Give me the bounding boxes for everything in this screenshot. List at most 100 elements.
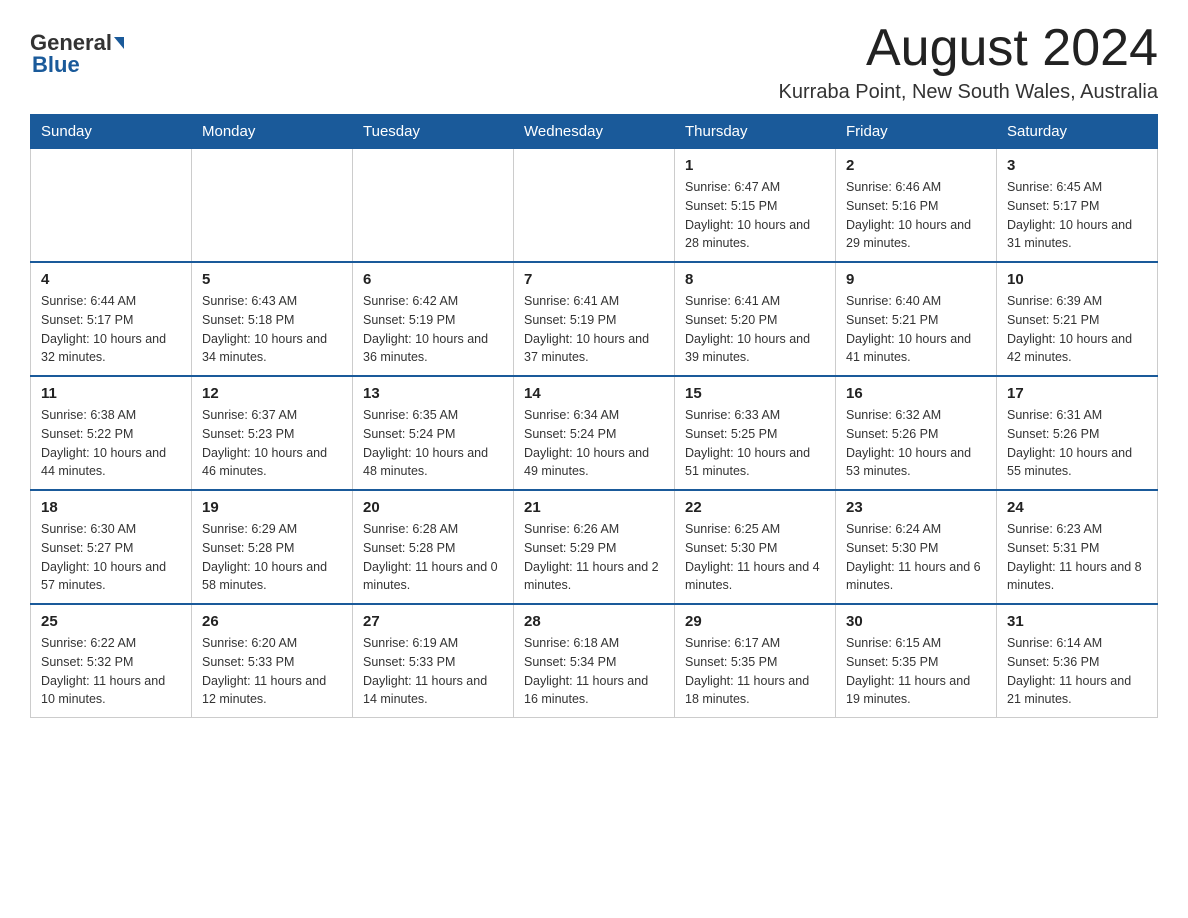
calendar-cell: 3Sunrise: 6:45 AM Sunset: 5:17 PM Daylig… — [997, 149, 1158, 263]
day-number: 8 — [685, 271, 825, 288]
day-number: 27 — [363, 613, 503, 630]
day-number: 24 — [1007, 499, 1147, 516]
day-number: 30 — [846, 613, 986, 630]
day-number: 23 — [846, 499, 986, 516]
page-header: General Blue August 2024 Kurraba Point, … — [30, 20, 1158, 104]
day-info: Sunrise: 6:37 AM Sunset: 5:23 PM Dayligh… — [202, 406, 342, 481]
day-info: Sunrise: 6:41 AM Sunset: 5:19 PM Dayligh… — [524, 292, 664, 367]
day-number: 16 — [846, 385, 986, 402]
calendar-header: Sunday Monday Tuesday Wednesday Thursday… — [31, 115, 1158, 149]
day-number: 14 — [524, 385, 664, 402]
calendar-week-row: 11 Sunrise: 6:38 AM Sunset: 5:22 PM Dayli… — [31, 376, 1158, 490]
day-number: 20 — [363, 499, 503, 516]
calendar-cell: 7 Sunrise: 6:41 AM Sunset: 5:19 PM Daylig… — [514, 262, 675, 376]
day-number: 22 — [685, 499, 825, 516]
logo: General Blue — [30, 30, 126, 78]
day-info: Sunrise: 6:30 AM Sunset: 5:27 PM Dayligh… — [41, 520, 181, 595]
calendar-cell: 18 Sunrise: 6:30 AM Sunset: 5:27 PM Dayli… — [31, 490, 192, 604]
calendar-cell: 24 Sunrise: 6:23 AM Sunset: 5:31 PM Dayli… — [997, 490, 1158, 604]
day-info: Sunrise: 6:43 AM Sunset: 5:18 PM Dayligh… — [202, 292, 342, 367]
calendar-cell: 10 Sunrise: 6:39 AM Sunset: 5:21 PM Dayli… — [997, 262, 1158, 376]
day-number: 9 — [846, 271, 986, 288]
day-number: 31 — [1007, 613, 1147, 630]
logo-blue-text: Blue — [32, 52, 80, 78]
day-info: Sunrise: 6:14 AM Sunset: 5:36 PM Dayligh… — [1007, 634, 1147, 709]
calendar-cell: 12 Sunrise: 6:37 AM Sunset: 5:23 PM Dayli… — [192, 376, 353, 490]
day-info: Sunrise: 6:23 AM Sunset: 5:31 PM Dayligh… — [1007, 520, 1147, 595]
calendar-week-row: 4 Sunrise: 6:44 AM Sunset: 5:17 PM Daylig… — [31, 262, 1158, 376]
day-number: 1 — [685, 157, 825, 174]
logo-arrow-icon — [114, 37, 124, 49]
calendar-cell: 17Sunrise: 6:31 AM Sunset: 5:26 PM Dayli… — [997, 376, 1158, 490]
calendar-cell: 29Sunrise: 6:17 AM Sunset: 5:35 PM Dayli… — [675, 604, 836, 718]
calendar-week-row: 25 Sunrise: 6:22 AM Sunset: 5:32 PM Dayli… — [31, 604, 1158, 718]
day-info: Sunrise: 6:34 AM Sunset: 5:24 PM Dayligh… — [524, 406, 664, 481]
calendar-week-row: 1 Sunrise: 6:47 AM Sunset: 5:15 PM Daylig… — [31, 149, 1158, 263]
day-number: 6 — [363, 271, 503, 288]
calendar-cell: 27Sunrise: 6:19 AM Sunset: 5:33 PM Dayli… — [353, 604, 514, 718]
calendar-body: 1 Sunrise: 6:47 AM Sunset: 5:15 PM Daylig… — [31, 149, 1158, 718]
calendar-cell: 31 Sunrise: 6:14 AM Sunset: 5:36 PM Dayli… — [997, 604, 1158, 718]
calendar-cell: 30 Sunrise: 6:15 AM Sunset: 5:35 PM Dayli… — [836, 604, 997, 718]
day-number: 28 — [524, 613, 664, 630]
calendar-week-row: 18 Sunrise: 6:30 AM Sunset: 5:27 PM Dayli… — [31, 490, 1158, 604]
day-info: Sunrise: 6:39 AM Sunset: 5:21 PM Dayligh… — [1007, 292, 1147, 367]
day-info: Sunrise: 6:18 AM Sunset: 5:34 PM Dayligh… — [524, 634, 664, 709]
day-info: Sunrise: 6:47 AM Sunset: 5:15 PM Dayligh… — [685, 178, 825, 253]
calendar-cell — [31, 149, 192, 263]
day-number: 11 — [41, 385, 181, 402]
day-number: 12 — [202, 385, 342, 402]
day-number: 3 — [1007, 157, 1147, 174]
calendar-cell — [514, 149, 675, 263]
day-info: Sunrise: 6:35 AM Sunset: 5:24 PM Dayligh… — [363, 406, 503, 481]
col-wednesday: Wednesday — [514, 115, 675, 149]
calendar-cell: 28 Sunrise: 6:18 AM Sunset: 5:34 PM Dayli… — [514, 604, 675, 718]
calendar-cell: 25 Sunrise: 6:22 AM Sunset: 5:32 PM Dayli… — [31, 604, 192, 718]
calendar-cell: 6 Sunrise: 6:42 AM Sunset: 5:19 PM Daylig… — [353, 262, 514, 376]
day-number: 18 — [41, 499, 181, 516]
col-friday: Friday — [836, 115, 997, 149]
day-info: Sunrise: 6:15 AM Sunset: 5:35 PM Dayligh… — [846, 634, 986, 709]
calendar-table: Sunday Monday Tuesday Wednesday Thursday… — [30, 114, 1158, 718]
day-info: Sunrise: 6:28 AM Sunset: 5:28 PM Dayligh… — [363, 520, 503, 595]
calendar-cell: 23 Sunrise: 6:24 AM Sunset: 5:30 PM Dayli… — [836, 490, 997, 604]
calendar-cell: 15 Sunrise: 6:33 AM Sunset: 5:25 PM Dayli… — [675, 376, 836, 490]
calendar-cell: 22 Sunrise: 6:25 AM Sunset: 5:30 PM Dayli… — [675, 490, 836, 604]
day-info: Sunrise: 6:25 AM Sunset: 5:30 PM Dayligh… — [685, 520, 825, 595]
calendar-cell — [353, 149, 514, 263]
day-number: 5 — [202, 271, 342, 288]
day-info: Sunrise: 6:17 AM Sunset: 5:35 PM Dayligh… — [685, 634, 825, 709]
day-number: 25 — [41, 613, 181, 630]
day-info: Sunrise: 6:33 AM Sunset: 5:25 PM Dayligh… — [685, 406, 825, 481]
title-section: August 2024 Kurraba Point, New South Wal… — [779, 20, 1158, 104]
day-number: 15 — [685, 385, 825, 402]
day-info: Sunrise: 6:42 AM Sunset: 5:19 PM Dayligh… — [363, 292, 503, 367]
calendar-cell: 16Sunrise: 6:32 AM Sunset: 5:26 PM Dayli… — [836, 376, 997, 490]
day-info: Sunrise: 6:44 AM Sunset: 5:17 PM Dayligh… — [41, 292, 181, 367]
calendar-cell: 26Sunrise: 6:20 AM Sunset: 5:33 PM Dayli… — [192, 604, 353, 718]
calendar-cell: 8 Sunrise: 6:41 AM Sunset: 5:20 PM Daylig… — [675, 262, 836, 376]
calendar-cell: 4 Sunrise: 6:44 AM Sunset: 5:17 PM Daylig… — [31, 262, 192, 376]
day-number: 13 — [363, 385, 503, 402]
day-info: Sunrise: 6:40 AM Sunset: 5:21 PM Dayligh… — [846, 292, 986, 367]
day-info: Sunrise: 6:24 AM Sunset: 5:30 PM Dayligh… — [846, 520, 986, 595]
day-number: 4 — [41, 271, 181, 288]
day-info: Sunrise: 6:22 AM Sunset: 5:32 PM Dayligh… — [41, 634, 181, 709]
day-number: 7 — [524, 271, 664, 288]
day-number: 10 — [1007, 271, 1147, 288]
calendar-cell: 21 Sunrise: 6:26 AM Sunset: 5:29 PM Dayli… — [514, 490, 675, 604]
col-saturday: Saturday — [997, 115, 1158, 149]
calendar-cell: 5 Sunrise: 6:43 AM Sunset: 5:18 PM Daylig… — [192, 262, 353, 376]
calendar-cell: 13 Sunrise: 6:35 AM Sunset: 5:24 PM Dayli… — [353, 376, 514, 490]
day-number: 19 — [202, 499, 342, 516]
col-monday: Monday — [192, 115, 353, 149]
day-info: Sunrise: 6:41 AM Sunset: 5:20 PM Dayligh… — [685, 292, 825, 367]
day-number: 21 — [524, 499, 664, 516]
calendar-cell: 20 Sunrise: 6:28 AM Sunset: 5:28 PM Dayli… — [353, 490, 514, 604]
calendar-cell: 11 Sunrise: 6:38 AM Sunset: 5:22 PM Dayli… — [31, 376, 192, 490]
calendar-cell: 2Sunrise: 6:46 AM Sunset: 5:16 PM Daylig… — [836, 149, 997, 263]
calendar-cell: 1 Sunrise: 6:47 AM Sunset: 5:15 PM Daylig… — [675, 149, 836, 263]
location-title: Kurraba Point, New South Wales, Australi… — [779, 81, 1158, 104]
day-info: Sunrise: 6:38 AM Sunset: 5:22 PM Dayligh… — [41, 406, 181, 481]
day-info: Sunrise: 6:26 AM Sunset: 5:29 PM Dayligh… — [524, 520, 664, 595]
